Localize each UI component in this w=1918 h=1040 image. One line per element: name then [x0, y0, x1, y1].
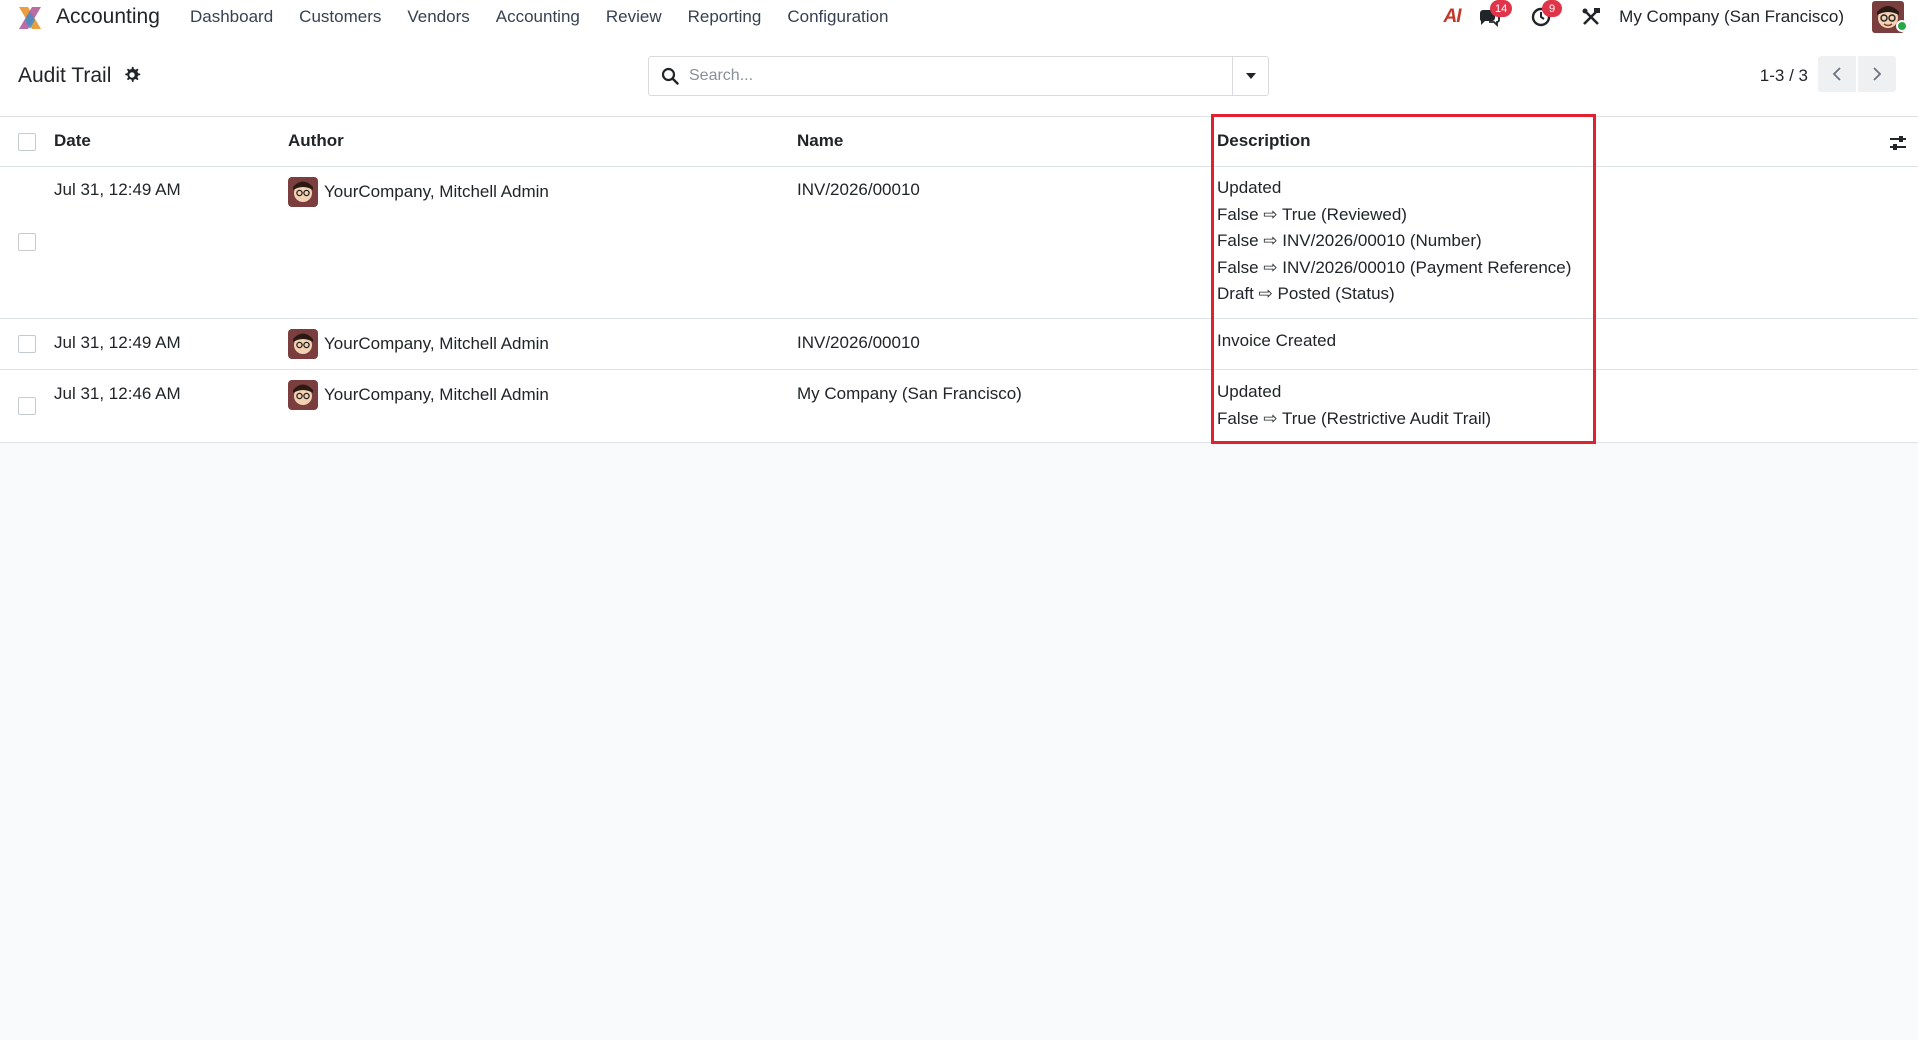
- column-header-name[interactable]: Name: [797, 131, 843, 151]
- control-panel: Audit Trail 1-3 / 3: [0, 34, 1918, 117]
- chevron-right-icon: [1873, 67, 1882, 81]
- table-row[interactable]: Jul 31, 12:46 AM YourCompany, Mitchell A…: [0, 370, 1918, 443]
- column-header-description[interactable]: Description: [1217, 131, 1311, 151]
- row-author: YourCompany, Mitchell Admin: [288, 177, 549, 207]
- table-header: Date Author Name Description: [0, 117, 1918, 167]
- search-input[interactable]: [689, 62, 1249, 90]
- description-line: Updated: [1217, 178, 1282, 197]
- table-row[interactable]: Jul 31, 12:49 AM YourCompany, Mitchell A…: [0, 167, 1918, 319]
- tools-icon: [1582, 8, 1600, 25]
- menu-item-customers[interactable]: Customers: [299, 7, 381, 27]
- app-name[interactable]: Accounting: [56, 5, 160, 29]
- messages-badge: 14: [1490, 0, 1513, 17]
- caret-down-icon: [1245, 73, 1256, 79]
- row-author: YourCompany, Mitchell Admin: [288, 380, 549, 410]
- row-name: INV/2026/00010: [797, 333, 920, 352]
- menu-item-configuration[interactable]: Configuration: [787, 7, 888, 27]
- row-date: Jul 31, 12:46 AM: [54, 384, 181, 403]
- description-line: False ⇨ INV/2026/00010 (Number): [1217, 231, 1482, 250]
- messages-button[interactable]: 14: [1474, 0, 1513, 30]
- optional-columns-icon[interactable]: [1888, 133, 1908, 153]
- description-line: Draft ⇨ Posted (Status): [1217, 284, 1395, 303]
- main-navbar: Accounting Dashboard Customers Vendors A…: [0, 0, 1918, 34]
- column-header-date[interactable]: Date: [54, 131, 91, 151]
- author-name: YourCompany, Mitchell Admin: [324, 385, 549, 404]
- author-name: YourCompany, Mitchell Admin: [324, 182, 549, 201]
- description-line: False ⇨ True (Restrictive Audit Trail): [1217, 408, 1492, 428]
- author-name: YourCompany, Mitchell Admin: [324, 334, 549, 353]
- column-header-author[interactable]: Author: [288, 131, 344, 151]
- pager-next-button[interactable]: [1858, 56, 1896, 92]
- chevron-left-icon: [1832, 67, 1841, 81]
- search-icon: [661, 67, 679, 85]
- pager-previous-button[interactable]: [1818, 56, 1856, 92]
- author-avatar: [288, 380, 318, 410]
- menu-item-dashboard[interactable]: Dashboard: [190, 7, 273, 27]
- row-checkbox[interactable]: [18, 335, 36, 353]
- row-description: Updated False ⇨ True (Reviewed) False ⇨ …: [1217, 175, 1571, 308]
- ai-button[interactable]: AI: [1438, 4, 1466, 30]
- activities-badge: 9: [1542, 0, 1562, 17]
- search-bar: [648, 56, 1269, 96]
- ai-icon: AI: [1443, 6, 1462, 27]
- row-name: INV/2026/00010: [797, 180, 920, 199]
- row-description: Invoice Created: [1217, 328, 1336, 355]
- select-all-checkbox[interactable]: [18, 133, 36, 151]
- search-options-toggle[interactable]: [1232, 57, 1268, 95]
- pager-value[interactable]: 1-3 / 3: [1760, 66, 1808, 86]
- row-description: Updated False ⇨ True (Restrictive Audit …: [1217, 379, 1491, 432]
- systray: AI 14 9 My Company (San Francisco): [1438, 0, 1918, 34]
- activities-button[interactable]: 9: [1526, 0, 1562, 30]
- author-avatar: [288, 177, 318, 207]
- online-status-indicator: [1896, 20, 1908, 32]
- app-logo-icon[interactable]: [16, 4, 44, 32]
- row-date: Jul 31, 12:49 AM: [54, 180, 181, 199]
- row-name: My Company (San Francisco): [797, 384, 1022, 403]
- description-line: Updated: [1217, 382, 1282, 401]
- menu-item-vendors[interactable]: Vendors: [407, 7, 469, 27]
- menu-item-reporting[interactable]: Reporting: [688, 7, 762, 27]
- author-avatar: [288, 329, 318, 359]
- row-author: YourCompany, Mitchell Admin: [288, 329, 549, 359]
- page-title: Audit Trail: [18, 64, 112, 87]
- gear-icon[interactable]: [123, 66, 141, 84]
- company-switcher[interactable]: My Company (San Francisco): [1619, 7, 1844, 27]
- audit-trail-list: Date Author Name Description Jul 31, 12:…: [0, 117, 1918, 443]
- main-menu: Dashboard Customers Vendors Accounting R…: [190, 0, 914, 34]
- row-checkbox[interactable]: [18, 397, 36, 415]
- menu-item-review[interactable]: Review: [606, 7, 662, 27]
- table-row[interactable]: Jul 31, 12:49 AM YourCompany, Mitchell A…: [0, 319, 1918, 370]
- menu-item-accounting[interactable]: Accounting: [496, 7, 580, 27]
- row-date: Jul 31, 12:49 AM: [54, 333, 181, 352]
- debug-tools-button[interactable]: [1578, 4, 1604, 30]
- description-line: False ⇨ INV/2026/00010 (Payment Referenc…: [1217, 257, 1572, 277]
- row-checkbox[interactable]: [18, 233, 36, 251]
- description-line: False ⇨ True (Reviewed): [1217, 204, 1407, 224]
- description-line: Invoice Created: [1217, 331, 1337, 350]
